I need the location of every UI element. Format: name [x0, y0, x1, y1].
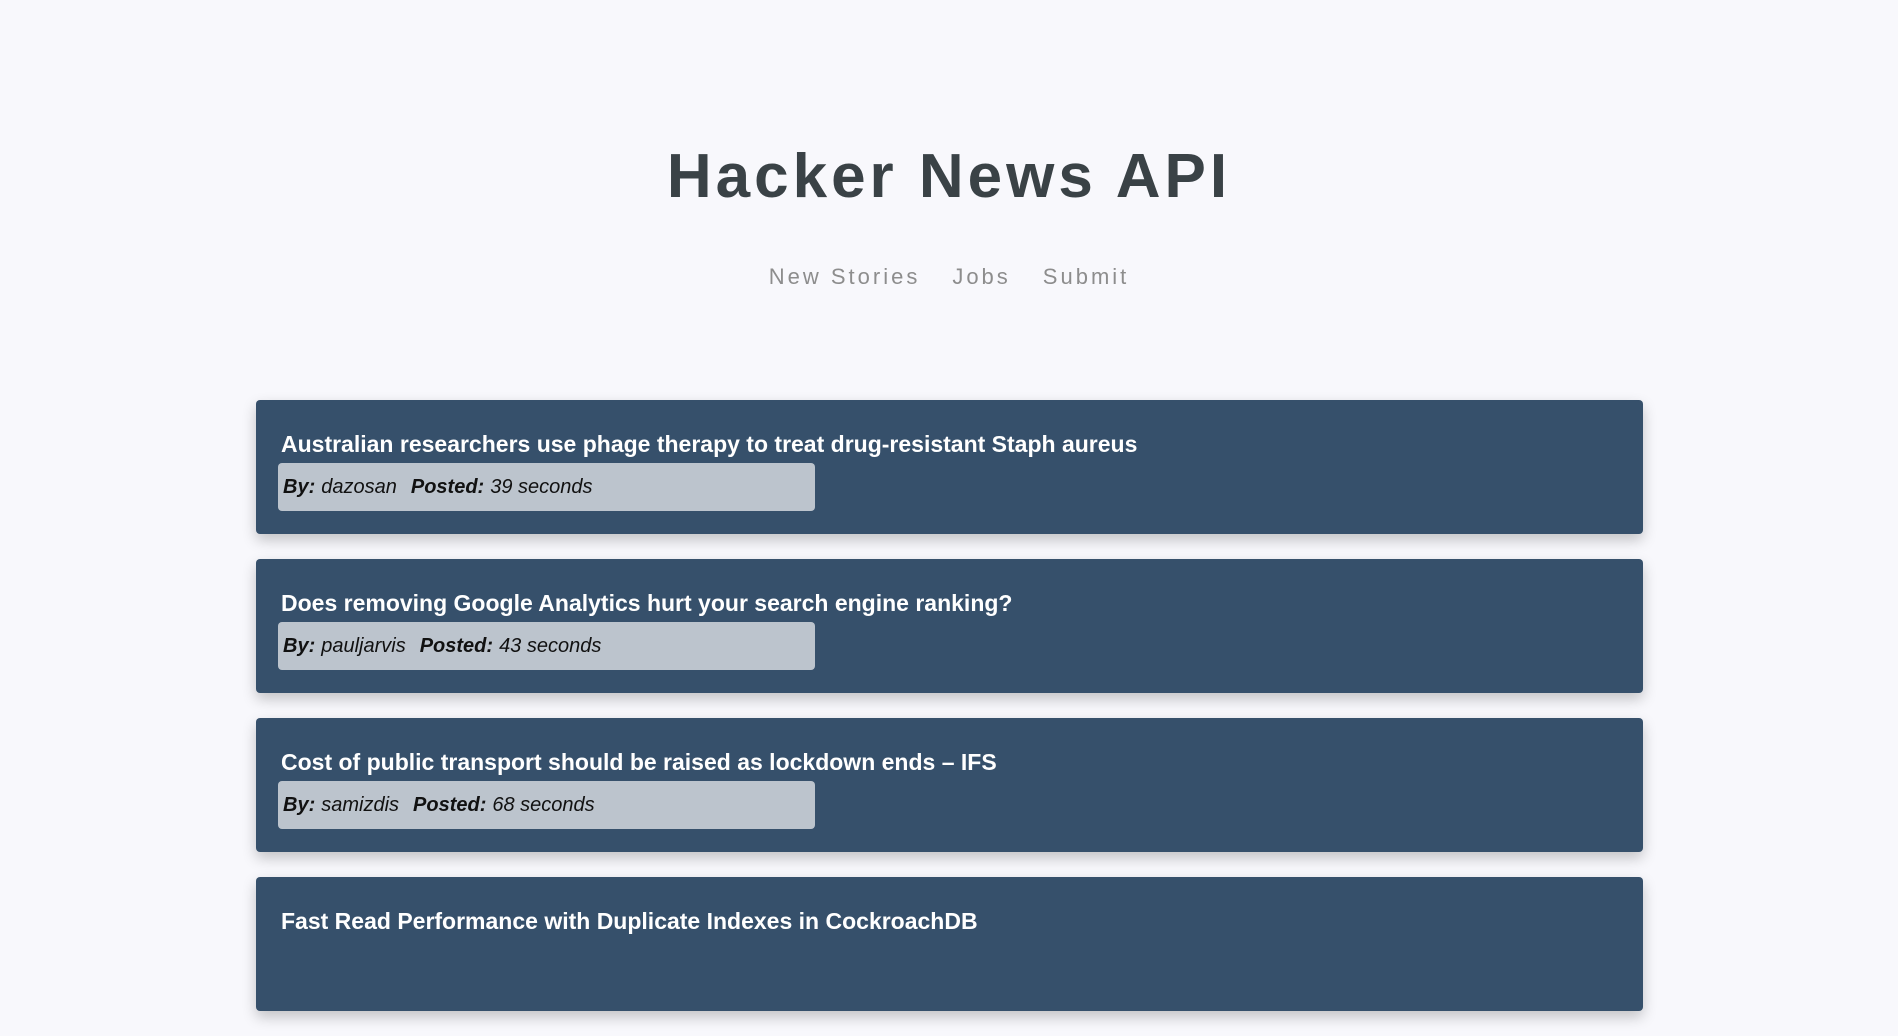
by-label: By: — [283, 475, 316, 498]
nav-jobs[interactable]: Jobs — [952, 264, 1010, 290]
story-posted-time: 43 seconds — [499, 634, 602, 657]
story-list: Australian researchers use phage therapy… — [256, 400, 1643, 1036]
story-posted-time: 68 seconds — [492, 793, 595, 816]
main-nav: New Stories Jobs Submit — [0, 264, 1898, 290]
story-card: Cost of public transport should be raise… — [256, 718, 1643, 852]
by-label: By: — [283, 634, 316, 657]
story-card: Does removing Google Analytics hurt your… — [256, 559, 1643, 693]
story-card: Australian researchers use phage therapy… — [256, 400, 1643, 534]
story-title[interactable]: Cost of public transport should be raise… — [281, 748, 997, 776]
nav-submit[interactable]: Submit — [1043, 264, 1129, 290]
story-meta: By: dazosan Posted: 39 seconds — [278, 463, 815, 511]
story-title[interactable]: Fast Read Performance with Duplicate Ind… — [281, 907, 978, 935]
story-title[interactable]: Does removing Google Analytics hurt your… — [281, 589, 1012, 617]
posted-label: Posted: — [413, 793, 487, 816]
story-meta: By: pauljarvis Posted: 43 seconds — [278, 622, 815, 670]
story-card: Fast Read Performance with Duplicate Ind… — [256, 877, 1643, 1011]
posted-label: Posted: — [419, 634, 494, 657]
story-posted-time: 39 seconds — [490, 475, 593, 498]
posted-label: Posted: — [410, 475, 485, 498]
story-title[interactable]: Australian researchers use phage therapy… — [281, 430, 1137, 458]
story-author: pauljarvis — [321, 634, 406, 657]
by-label: By: — [283, 793, 316, 816]
story-author: samizdis — [321, 793, 400, 816]
story-meta: By: samizdis Posted: 68 seconds — [278, 781, 815, 829]
page-title: Hacker News API — [666, 142, 1232, 211]
story-author: dazosan — [321, 475, 397, 498]
nav-new-stories[interactable]: New Stories — [769, 264, 921, 290]
